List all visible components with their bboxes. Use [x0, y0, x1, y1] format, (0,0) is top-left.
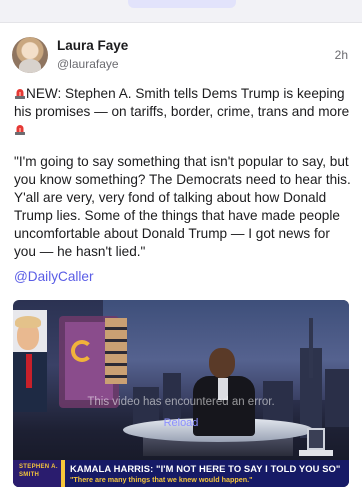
show-logo-line2: SMITH: [19, 472, 40, 478]
post-text: NEW: Stephen A. Smith tells Dems Trump i…: [14, 85, 352, 139]
skyline-spire: [309, 318, 313, 378]
author-name[interactable]: Laura Faye: [57, 38, 128, 53]
avatar[interactable]: [12, 37, 48, 73]
siren-icon: [15, 125, 25, 135]
inset-person-hair: [15, 316, 41, 328]
studio-logo-icon: [71, 340, 93, 362]
lower-third-accent: [61, 460, 65, 487]
inset-person-tie: [26, 354, 32, 388]
host-head: [209, 348, 235, 378]
mention-link[interactable]: @DailyCaller: [14, 269, 94, 284]
desk-monitor: [307, 428, 325, 450]
show-logo-line1: STEPHEN A.: [19, 464, 58, 470]
author-handle[interactable]: @laurafaye: [57, 57, 119, 71]
embedded-video[interactable]: This video has encountered an error. Rel…: [13, 300, 349, 487]
studio-photos: [105, 318, 127, 384]
reload-button[interactable]: Reload: [13, 417, 349, 429]
post-time: 2h: [334, 48, 348, 62]
lower-third-quote: "There are many things that we knew woul…: [70, 475, 253, 484]
video-error-message: This video has encountered an error.: [87, 396, 275, 408]
previous-post-button-edge[interactable]: [128, 0, 236, 8]
desk-monitor-stand: [299, 450, 333, 456]
post-headline: NEW: Stephen A. Smith tells Dems Trump i…: [14, 86, 350, 119]
siren-icon: [15, 89, 25, 99]
post-quote: "I'm going to say something that isn't p…: [14, 154, 351, 259]
lower-third-headline: KAMALA HARRIS: "I'M NOT HERE TO SAY I TO…: [70, 463, 341, 474]
post-card[interactable]: Laura Faye @laurafaye 2h NEW: Stephen A.…: [0, 22, 362, 500]
previous-post-edge: [0, 0, 362, 22]
